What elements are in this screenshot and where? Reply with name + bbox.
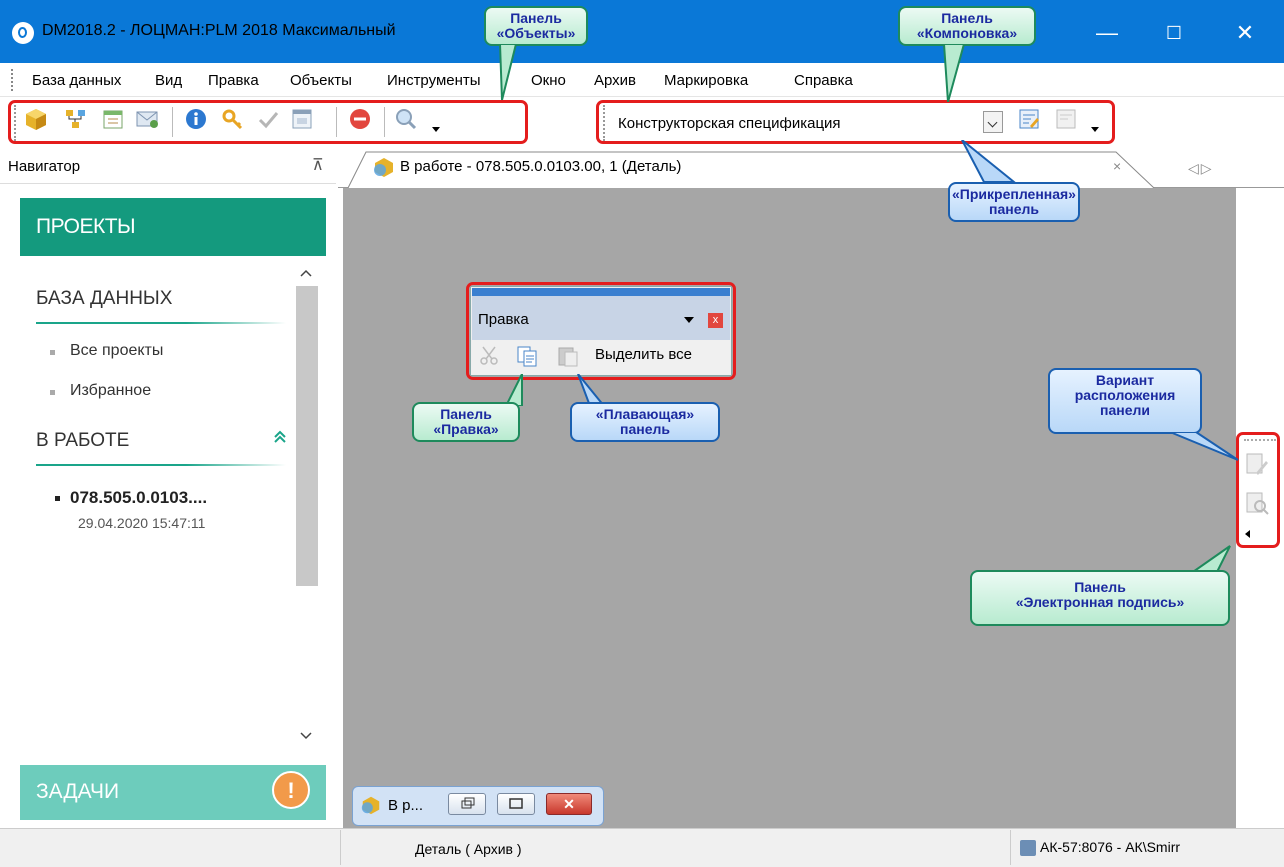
menu-database[interactable]: База данных [32,72,121,89]
status-connection: АК-57:8076 - АК\Smirr [1040,839,1181,855]
section-divider [36,322,286,324]
callout-pointer [498,44,518,100]
menu-view[interactable]: Вид [155,72,182,89]
scroll-down-button[interactable] [300,728,312,743]
layout-toolbar-highlight [596,100,1115,144]
status-divider [340,830,341,865]
menu-bar [0,63,1284,97]
document-tab-label[interactable]: В работе - 078.505.0.0103.00, 1 (Деталь) [400,158,681,175]
callout-text: Панель [941,10,993,26]
part-icon [361,796,380,815]
minimized-window-title: В р... [388,797,424,814]
status-object-state: Деталь ( Архив ) [415,841,522,857]
app-logo-icon [12,22,34,44]
menu-objects[interactable]: Объекты [290,72,352,89]
callout-esign-panel: Панель «Электронная подпись» [970,570,1230,626]
favorites-link[interactable]: Избранное [70,382,151,400]
chevron-down-icon [300,732,312,740]
double-chevron-up-icon [274,430,286,443]
menu-help[interactable]: Справка [794,72,853,89]
in-work-heading: В РАБОТЕ [36,430,130,451]
callout-text: Панель [1074,579,1126,595]
database-heading: БАЗА ДАННЫХ [36,288,173,309]
work-item-date: 29.04.2020 15:47:11 [78,515,206,531]
alert-icon[interactable]: ! [272,771,310,809]
menu-edit[interactable]: Правка [208,72,259,89]
maximize-icon [509,798,523,809]
list-bullet [50,350,55,355]
callout-docked-panel: «Прикрепленная» панель [948,182,1080,222]
menu-window[interactable]: Окно [531,72,566,89]
callout-objects-panel: Панель «Объекты» [484,6,588,46]
status-divider [1010,830,1011,865]
esign-panel-highlight [1236,432,1280,548]
callout-text: «Прикрепленная» [952,186,1076,202]
collapse-icon[interactable] [273,428,287,449]
window-title: DM2018.2 - ЛОЦМАН:PLM 2018 Максимальный [42,22,396,39]
tab-nav-arrows-icon[interactable]: ◁▷ [1188,160,1214,177]
work-item-link[interactable]: 078.505.0.0103.... [70,488,207,508]
projects-label: ПРОЕКТЫ [36,215,136,238]
tasks-label: ЗАДАЧИ [36,780,120,803]
minimize-button[interactable]: — [1084,10,1130,56]
menu-archive[interactable]: Архив [594,72,636,89]
callout-text: Панель [440,406,492,422]
callout-text: «Электронная подпись» [1015,594,1185,610]
callout-text: «Компоновка» [916,25,1018,41]
restore-icon [461,797,475,809]
all-projects-link[interactable]: Все проекты [70,342,163,360]
part-icon [374,158,393,177]
scrollbar-thumb[interactable] [296,286,318,586]
callout-text: «Правка» [433,421,499,437]
objects-toolbar-highlight [8,100,528,144]
scroll-up-button[interactable] [300,265,312,280]
callout-floating-panel: «Плавающая» панель [570,402,720,442]
floating-panel-highlight [466,282,736,380]
server-icon [1020,840,1036,856]
callout-text: панели [1100,402,1150,418]
menu-marking[interactable]: Маркировка [664,72,748,89]
callout-text: расположения [1074,387,1176,403]
callout-text: Панель [510,10,562,26]
navigator-title: Навигатор [8,158,81,175]
callout-placement-variant: Вариант расположения панели [1048,368,1202,434]
callout-text: «Объекты» [496,25,576,41]
list-bullet [50,390,55,395]
section-divider [36,464,286,466]
close-button[interactable]: ✕ [1222,10,1268,56]
pin-icon[interactable]: ⊼ [312,155,324,175]
close-tab-icon[interactable]: × [1113,158,1121,174]
callout-text: Вариант [1095,372,1155,388]
callout-pointer [1169,432,1239,461]
callout-edit-panel: Панель «Правка» [412,402,520,442]
maximize-button[interactable]: ☐ [1151,10,1197,56]
callout-layout-panel: Панель «Компоновка» [898,6,1036,46]
maximize-window-button[interactable] [497,793,535,815]
list-bullet [55,496,60,501]
close-window-button[interactable]: ✕ [546,793,592,815]
menubar-grip[interactable] [11,69,14,91]
restore-window-button[interactable] [448,793,486,815]
callout-pointer [942,44,966,102]
menu-tools[interactable]: Инструменты [387,72,481,89]
callout-pointer [961,140,1017,183]
chevron-up-icon [300,269,312,277]
callout-text: «Плавающая» [595,406,695,422]
callout-text: панель [989,201,1039,217]
callout-text: панель [620,421,670,437]
